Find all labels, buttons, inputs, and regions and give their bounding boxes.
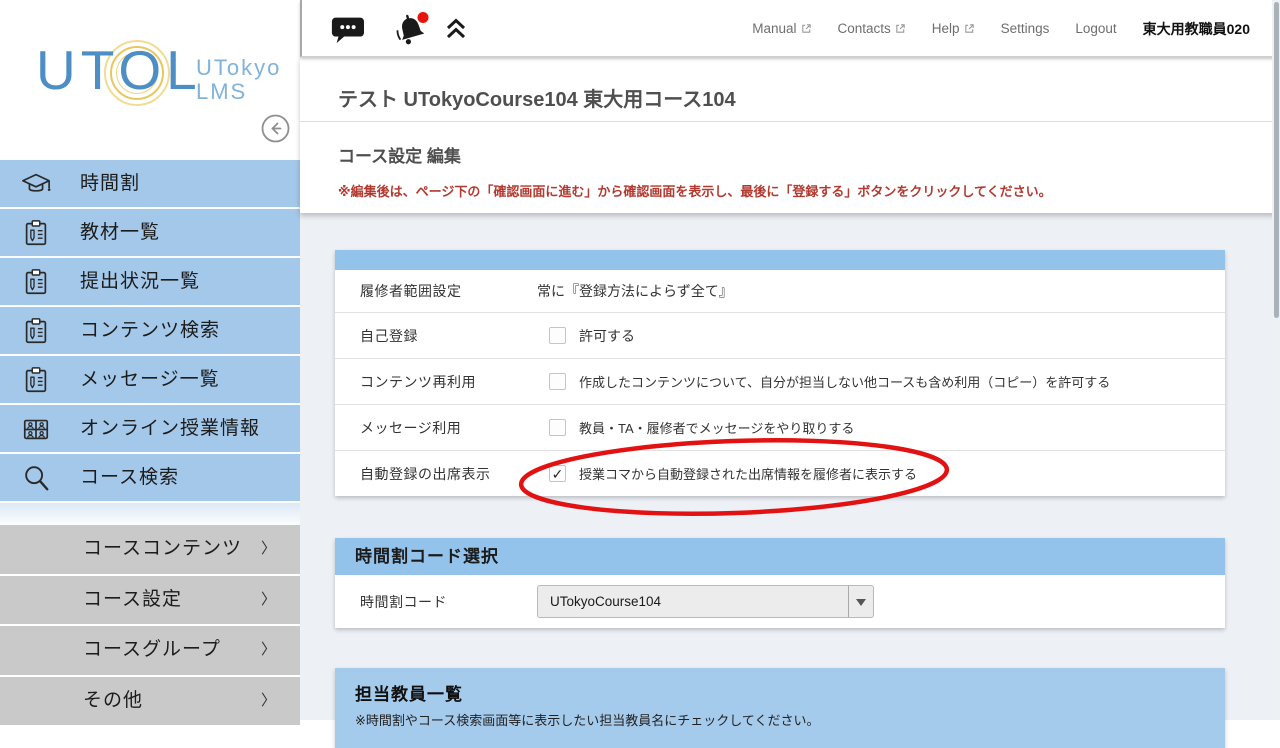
checkbox-label: 作成したコンテンツについて、自分が担当しない他コースも含め利用（コピー）を許可す…: [579, 372, 1110, 391]
dropdown-selected-value: UTokyoCourse104: [550, 586, 661, 617]
graduation-cap-icon: [21, 169, 51, 199]
notification-bell-icon[interactable]: [392, 11, 432, 53]
self-registration-checkbox[interactable]: [549, 327, 566, 344]
main-area: Manual Contacts Help Settings Logout 東大用…: [300, 0, 1280, 720]
manual-link[interactable]: Manual: [752, 21, 811, 36]
timetable-section-title: 時間割コード選択: [335, 538, 1225, 575]
sidebar-item-content-search[interactable]: コンテンツ検索: [0, 307, 300, 356]
page-section-title: コース設定 編集: [300, 122, 1280, 167]
course-settings-table: 履修者範囲設定 常に『登録方法によらず全て』 自己登録 許可する コンテンツ再利…: [335, 250, 1225, 496]
page-header: テスト UTokyoCourse104 東大用コース104 コース設定 編集 ※…: [300, 57, 1280, 213]
online-class-icon: [21, 414, 51, 444]
settings-row-label: 自動登録の出席表示: [335, 464, 537, 484]
course-title: テスト UTokyoCourse104 東大用コース104: [300, 57, 1280, 112]
external-link-icon: [801, 23, 812, 34]
sidebar-item-timetable[interactable]: 時間割: [0, 160, 300, 209]
chevron-right-icon: 〉: [261, 677, 276, 725]
sidebar: UTOL UTokyo LMS 時間割 教材一覧 提出状況一覧: [0, 0, 300, 720]
top-bar: Manual Contacts Help Settings Logout 東大用…: [300, 0, 1280, 57]
settings-table-header-bar: [335, 250, 1225, 270]
arrow-left-circle-icon: [261, 114, 290, 143]
clipboard-icon: [21, 267, 51, 297]
content-reuse-checkbox[interactable]: [549, 373, 566, 390]
message-use-checkbox[interactable]: [549, 419, 566, 436]
sidebar-item-course-search[interactable]: コース検索: [0, 454, 300, 503]
sidebar-item-others[interactable]: その他 〉: [0, 677, 300, 728]
auto-attendance-checkbox[interactable]: ✓: [549, 465, 566, 482]
checkbox-label: 許可する: [579, 326, 635, 346]
external-link-icon: [895, 23, 906, 34]
scroll-content: 履修者範囲設定 常に『登録方法によらず全て』 自己登録 許可する コンテンツ再利…: [300, 213, 1280, 720]
search-icon: [21, 463, 51, 493]
instructor-section-title: 担当教員一覧: [355, 680, 1225, 705]
settings-row-label: 履修者範囲設定: [335, 281, 537, 301]
logo-subtitle: UTokyo LMS: [196, 56, 281, 104]
contacts-link[interactable]: Contacts: [838, 21, 906, 36]
settings-row-enrollee-scope: 履修者範囲設定 常に『登録方法によらず全て』: [335, 270, 1225, 312]
settings-row-value: 常に『登録方法によらず全て』: [537, 281, 733, 301]
sidebar-item-course-group[interactable]: コースグループ 〉: [0, 626, 300, 677]
checkbox-label: 教員・TA・履修者でメッセージをやり取りする: [579, 418, 854, 437]
timetable-code-section: 時間割コード選択 時間割コード UTokyoCourse104: [335, 538, 1225, 628]
settings-row-label: 自己登録: [335, 326, 537, 346]
sidebar-item-course-settings[interactable]: コース設定 〉: [0, 576, 300, 627]
timetable-code-label: 時間割コード: [335, 592, 537, 612]
utol-logo: UTOL: [36, 38, 202, 102]
message-icon[interactable]: [330, 14, 364, 49]
sidebar-item-materials[interactable]: 教材一覧: [0, 209, 300, 258]
logo-area: UTOL UTokyo LMS: [0, 0, 300, 160]
collapse-up-icon[interactable]: [444, 17, 468, 46]
chevron-right-icon: 〉: [261, 626, 276, 674]
sidebar-collapse-button[interactable]: [261, 114, 290, 143]
chevron-right-icon: 〉: [261, 576, 276, 624]
sidebar-item-online-class-info[interactable]: オンライン授業情報: [0, 405, 300, 454]
chevron-down-icon: [856, 599, 866, 606]
timetable-code-dropdown[interactable]: UTokyoCourse104: [537, 585, 874, 618]
settings-row-message-use: メッセージ利用 教員・TA・履修者でメッセージをやり取りする: [335, 404, 1225, 450]
logout-link[interactable]: Logout: [1075, 21, 1116, 36]
clipboard-icon: [21, 316, 51, 346]
sidebar-item-course-contents[interactable]: コースコンテンツ 〉: [0, 525, 300, 576]
settings-row-label: メッセージ利用: [335, 418, 537, 438]
instructor-list-section: 担当教員一覧 ※時間割やコース検索画面等に表示したい担当教員名にチェックしてくだ…: [335, 668, 1225, 748]
notification-dot: [418, 12, 429, 23]
topbar-links: Manual Contacts Help Settings Logout 東大用…: [752, 0, 1250, 57]
settings-row-self-registration: 自己登録 許可する: [335, 312, 1225, 358]
clipboard-icon: [21, 365, 51, 395]
sidebar-item-submission-status[interactable]: 提出状況一覧: [0, 258, 300, 307]
settings-row-auto-attendance-display: 自動登録の出席表示 ✓ 授業コマから自動登録された出席情報を履修者に表示する: [335, 450, 1225, 496]
checkbox-label: 授業コマから自動登録された出席情報を履修者に表示する: [579, 464, 917, 483]
help-link[interactable]: Help: [932, 21, 975, 36]
vertical-scrollbar: [1272, 0, 1280, 720]
chevron-right-icon: 〉: [261, 525, 276, 573]
edit-warning-note: ※編集後は、ページ下の「確認画面に進む」から確認画面を表示し、最後に「登録する」…: [300, 167, 1280, 200]
sidebar-section-divider: [0, 503, 300, 525]
sidebar-item-messages[interactable]: メッセージ一覧: [0, 356, 300, 405]
scrollbar-thumb[interactable]: [1274, 2, 1279, 318]
settings-link[interactable]: Settings: [1001, 21, 1050, 36]
settings-row-label: コンテンツ再利用: [335, 372, 537, 392]
settings-row-content-reuse: コンテンツ再利用 作成したコンテンツについて、自分が担当しない他コースも含め利用…: [335, 358, 1225, 404]
clipboard-icon: [21, 218, 51, 248]
username-label: 東大用教職員020: [1143, 19, 1250, 39]
external-link-icon: [964, 23, 975, 34]
